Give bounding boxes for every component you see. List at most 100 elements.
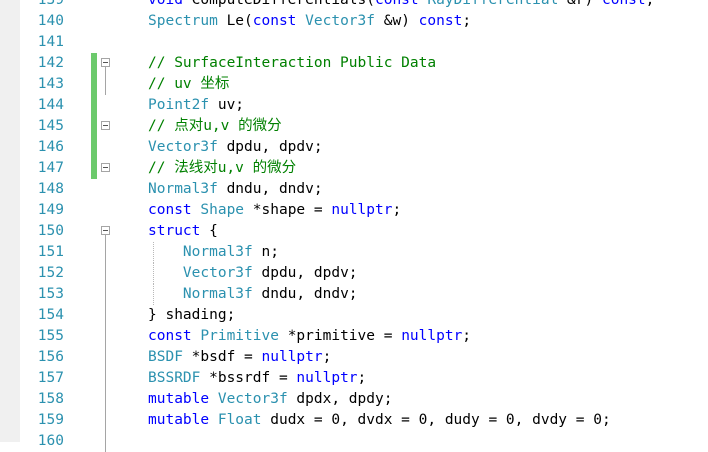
- code-text[interactable]: Vector3f dpdu, dpdv;: [148, 263, 358, 284]
- code-token: &w): [375, 13, 419, 29]
- code-token: struct: [148, 223, 201, 239]
- line-number: 154: [37, 307, 64, 323]
- code-line[interactable]: 150 struct {: [0, 221, 708, 242]
- code-text[interactable]: // uv 坐标: [148, 74, 229, 95]
- code-token: BSSRDF: [148, 370, 201, 386]
- code-text[interactable]: BSDF *bsdf = nullptr;: [148, 347, 331, 368]
- code-token: nullptr: [296, 370, 358, 386]
- code-text[interactable]: Vector3f dpdu, dpdv;: [148, 137, 323, 158]
- code-line[interactable]: 159 mutable Float dudx = 0, dvdx = 0, dud…: [0, 410, 708, 431]
- code-text[interactable]: Normal3f dndu, dndv;: [148, 179, 323, 200]
- line-number: 146: [37, 139, 64, 155]
- code-text[interactable]: const Primitive *primitive = nullptr;: [148, 326, 471, 347]
- line-number: 156: [37, 349, 64, 365]
- code-token: Normal3f: [182, 244, 253, 260]
- code-token: uv;: [209, 97, 245, 113]
- code-line[interactable]: 151 Normal3f n;: [0, 242, 708, 263]
- code-token: Le(: [217, 13, 253, 29]
- line-number: 149: [37, 202, 64, 218]
- code-line[interactable]: 149 const Shape *shape = nullptr;: [0, 200, 708, 221]
- code-text[interactable]: // 点对u,v 的微分: [148, 116, 282, 137]
- code-text[interactable]: mutable Float dudx = 0, dvdx = 0, dudy =…: [148, 410, 611, 431]
- code-editor[interactable]: 139 void ComputeDifferentials(const RayDi…: [0, 0, 708, 452]
- code-token: Spectrum: [148, 13, 218, 29]
- code-token: mutable: [148, 391, 210, 407]
- fold-guide-line: [105, 305, 106, 326]
- code-text[interactable]: void ComputeDifferentials(const RayDiffe…: [148, 0, 654, 11]
- code-token: *primitive =: [278, 328, 402, 344]
- code-token: ;: [462, 328, 472, 344]
- line-number: 148: [37, 181, 64, 197]
- code-text[interactable]: struct {: [148, 221, 218, 242]
- code-token: {: [200, 223, 218, 239]
- line-number: 155: [37, 328, 64, 344]
- line-number: 157: [37, 370, 64, 386]
- code-text[interactable]: const Shape *shape = nullptr;: [148, 200, 401, 221]
- code-line[interactable]: 154 } shading;: [0, 305, 708, 326]
- code-line[interactable]: 155 const Primitive *primitive = nullptr;: [0, 326, 708, 347]
- code-text[interactable]: } shading;: [148, 305, 235, 326]
- line-number: 151: [37, 244, 64, 260]
- code-line[interactable]: 145 // 点对u,v 的微分: [0, 116, 708, 137]
- code-line[interactable]: 147 // 法线对u,v 的微分: [0, 158, 708, 179]
- line-number: 140: [37, 13, 64, 29]
- code-token: *shape =: [244, 202, 332, 218]
- code-token: dndu, dndv;: [217, 181, 323, 197]
- code-line[interactable]: 152 Vector3f dpdu, dpdv;: [0, 263, 708, 284]
- code-token: Vector3f: [148, 139, 218, 155]
- line-number: 153: [37, 286, 64, 302]
- code-token: ;: [392, 202, 402, 218]
- code-line[interactable]: 158 mutable Vector3f dpdx, dpdy;: [0, 389, 708, 410]
- code-line[interactable]: 139 void ComputeDifferentials(const RayDi…: [0, 0, 708, 11]
- code-text[interactable]: // SurfaceInteraction Public Data: [148, 53, 436, 74]
- code-token: *bsdf =: [182, 349, 262, 365]
- fold-guide-line: [105, 242, 106, 263]
- code-text[interactable]: BSSRDF *bssrdf = nullptr;: [148, 368, 366, 389]
- line-number: 139: [37, 0, 64, 8]
- code-token: const: [601, 0, 646, 8]
- code-line[interactable]: 144 Point2f uv;: [0, 95, 708, 116]
- code-token: dudx = 0, dvdx = 0, dudy = 0, dvdy = 0;: [261, 412, 611, 428]
- code-line[interactable]: 153 Normal3f dndu, dndv;: [0, 284, 708, 305]
- fold-guide-line: [105, 74, 106, 95]
- code-token: // 法线对u,v 的微分: [148, 160, 297, 176]
- fold-guide-line: [105, 389, 106, 410]
- code-text[interactable]: mutable Vector3f dpdx, dpdy;: [148, 389, 392, 410]
- code-line[interactable]: 157 BSSRDF *bssrdf = nullptr;: [0, 368, 708, 389]
- code-line[interactable]: 142 // SurfaceInteraction Public Data: [0, 53, 708, 74]
- code-token: nullptr: [331, 202, 393, 218]
- code-line[interactable]: 156 BSDF *bsdf = nullptr;: [0, 347, 708, 368]
- change-indicator: [91, 74, 97, 95]
- line-number: 143: [37, 76, 64, 92]
- fold-guide-line: [105, 235, 106, 242]
- code-text[interactable]: // 法线对u,v 的微分: [148, 158, 296, 179]
- collapse-icon[interactable]: [101, 121, 110, 130]
- code-line[interactable]: 148 Normal3f dndu, dndv;: [0, 179, 708, 200]
- code-token: ;: [357, 370, 367, 386]
- change-indicator: [91, 95, 97, 116]
- line-number: 159: [37, 412, 64, 428]
- code-token: } shading;: [148, 307, 236, 323]
- collapse-icon[interactable]: [101, 163, 110, 172]
- code-text[interactable]: Normal3f n;: [148, 242, 279, 263]
- code-token: ComputeDifferentials(: [182, 0, 375, 8]
- code-line[interactable]: 143 // uv 坐标: [0, 74, 708, 95]
- code-text[interactable]: Normal3f dndu, dndv;: [148, 284, 358, 305]
- collapse-icon[interactable]: [101, 58, 110, 67]
- code-text[interactable]: Spectrum Le(const Vector3f &w) const;: [148, 11, 471, 32]
- code-token: // SurfaceInteraction Public Data: [148, 55, 437, 71]
- collapse-icon[interactable]: [101, 226, 110, 235]
- code-line[interactable]: 140 Spectrum Le(const Vector3f &w) const;: [0, 11, 708, 32]
- code-token: dpdx, dpdy;: [287, 391, 393, 407]
- code-token: ;: [462, 13, 472, 29]
- code-line[interactable]: 141: [0, 32, 708, 53]
- code-token: ;: [645, 0, 655, 8]
- fold-guide-line: [105, 326, 106, 347]
- code-line[interactable]: 146 Vector3f dpdu, dpdv;: [0, 137, 708, 158]
- code-text[interactable]: Point2f uv;: [148, 95, 244, 116]
- code-token: Shape: [200, 202, 245, 218]
- fold-guide-line: [105, 284, 106, 305]
